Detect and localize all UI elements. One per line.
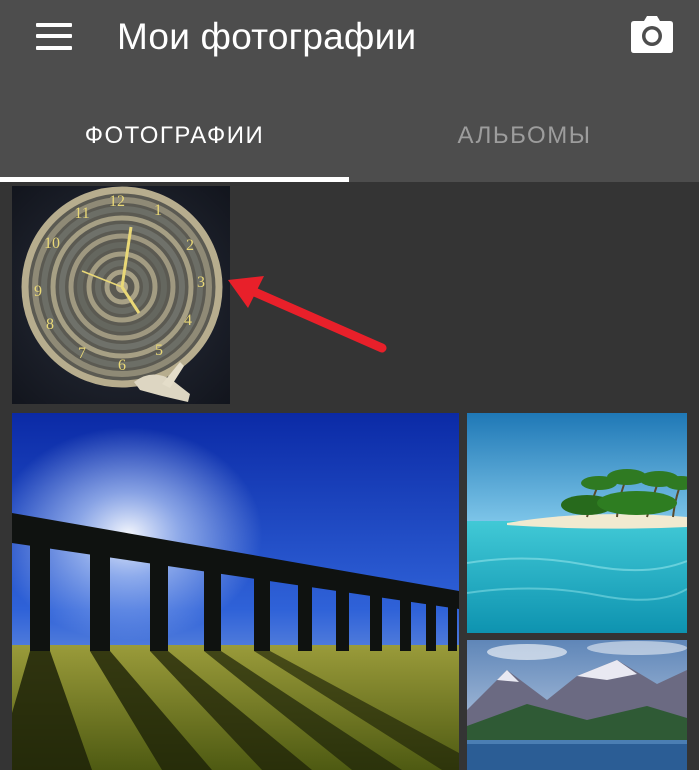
tab-albums[interactable]: АЛЬБОМЫ [350, 112, 699, 182]
clock-numeral-9: 9 [34, 283, 42, 300]
page-title: Мои фотографии [117, 16, 417, 57]
camera-icon[interactable] [630, 14, 674, 54]
photo-thumbnail-clock[interactable]: 12 1 2 3 4 5 6 7 8 9 10 11 [12, 186, 230, 404]
clock-numeral-2: 2 [186, 237, 194, 254]
clock-numeral-10: 10 [44, 235, 60, 252]
app-bar: Мои фотографии ФОТОГРАФИИ АЛЬБОМЫ [0, 0, 699, 182]
beach-image [467, 413, 687, 633]
photo-thumbnail-mountains[interactable] [467, 640, 687, 770]
clock-numeral-12: 12 [109, 193, 125, 210]
tab-photos[interactable]: ФОТОГРАФИИ [0, 112, 349, 182]
clock-numeral-1: 1 [154, 202, 162, 219]
clock-numeral-5: 5 [155, 342, 163, 359]
mountain-lake-image [467, 640, 687, 770]
photo-thumbnail-beach[interactable] [467, 413, 687, 633]
photo-thumbnail-aqueduct[interactable] [12, 413, 459, 770]
red-arrow-icon [226, 272, 388, 358]
hamburger-menu-icon[interactable] [36, 22, 72, 52]
aqueduct-image [12, 413, 459, 770]
clock-numeral-6: 6 [118, 357, 126, 374]
clock-numeral-11: 11 [74, 205, 89, 222]
clock-numeral-4: 4 [184, 312, 192, 329]
tab-photos-label: ФОТОГРАФИИ [84, 122, 265, 149]
tab-selected-indicator [0, 177, 349, 182]
clock-numeral-3: 3 [197, 274, 205, 291]
clock-numeral-7: 7 [78, 345, 86, 362]
clock-numeral-8: 8 [46, 316, 54, 333]
tab-albums-label: АЛЬБОМЫ [457, 122, 592, 149]
